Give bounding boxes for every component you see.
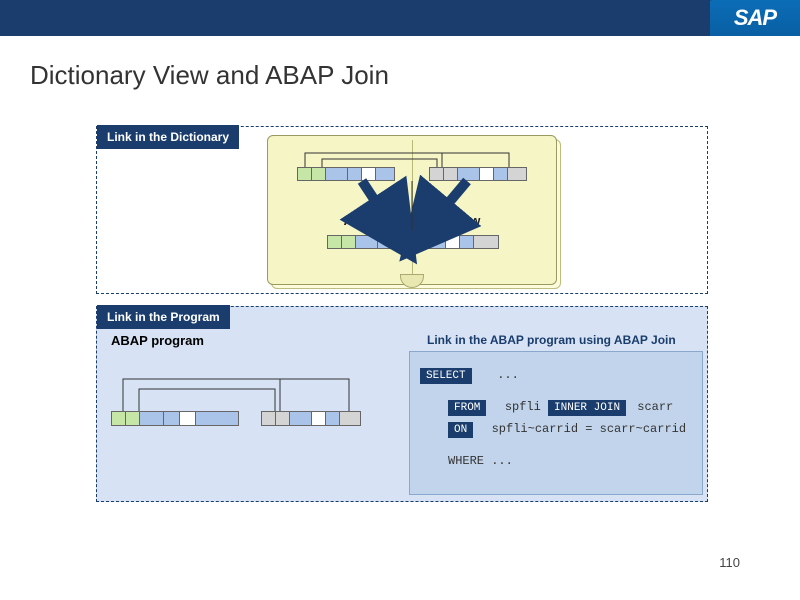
keyword-select: SELECT (420, 368, 472, 384)
code-text: WHERE ... (448, 454, 513, 468)
slide-title: Dictionary View and ABAP Join (30, 60, 389, 91)
sap-logo: SAP (710, 0, 800, 36)
join-links-icon (267, 135, 557, 285)
book-graphic: ABAP Dictionary View (267, 135, 557, 285)
keyword-inner-join: INNER JOIN (548, 400, 626, 416)
top-bar: SAP (0, 0, 800, 36)
code-text: spfli~carrid = scarr~carrid (492, 422, 686, 436)
page-number: 110 (719, 555, 740, 570)
link-using-join-heading: Link in the ABAP program using ABAP Join (427, 333, 676, 347)
panel-dictionary: Link in the Dictionary (96, 126, 708, 294)
code-snippet: SELECT ... FROM spfli INNER JOIN scarr O… (409, 351, 703, 495)
code-text: scarr (637, 400, 673, 414)
code-text: ... (497, 368, 519, 382)
keyword-from: FROM (448, 400, 486, 416)
panel-program: Link in the Program ABAP program Link in… (96, 306, 708, 502)
code-text: spfli (505, 400, 541, 414)
panel-program-tab: Link in the Program (97, 305, 230, 329)
join-links-icon (105, 367, 405, 427)
panel-dictionary-tab: Link in the Dictionary (97, 125, 239, 149)
abap-program-heading: ABAP program (111, 333, 204, 348)
keyword-on: ON (448, 422, 473, 438)
